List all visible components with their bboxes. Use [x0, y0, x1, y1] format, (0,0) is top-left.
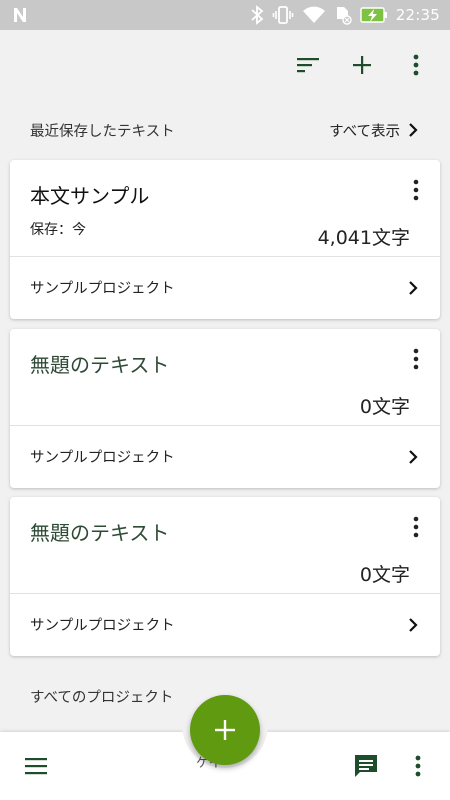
bottom-actions [342, 742, 442, 790]
project-link[interactable]: サンプルプロジェクト [10, 594, 440, 655]
chevron-right-icon [409, 123, 418, 137]
text-card[interactable]: 無題のテキスト 0文字 サンプルプロジェクト [10, 497, 440, 656]
add-fab-button[interactable] [190, 695, 260, 765]
card-more-icon[interactable] [404, 513, 428, 541]
app-bar [0, 30, 450, 100]
status-time: 22:35 [395, 6, 440, 24]
no-sim-icon [334, 5, 352, 25]
battery-charging-icon [360, 6, 388, 24]
text-card[interactable]: 本文サンプル 保存：今 4,041文字 サンプルプロジェクト [10, 160, 440, 319]
text-title: 本文サンプル [30, 184, 150, 208]
card-more-icon[interactable] [404, 176, 428, 204]
bluetooth-icon [250, 5, 264, 25]
n-notification-icon [12, 6, 30, 24]
show-all-button[interactable]: すべて表示 [329, 120, 418, 141]
text-card-body[interactable]: 本文サンプル 保存：今 4,041文字 [10, 160, 440, 257]
show-all-label: すべて表示 [329, 123, 400, 140]
project-link[interactable]: サンプルプロジェクト [10, 426, 440, 487]
feedback-icon[interactable] [342, 742, 390, 790]
add-icon [215, 720, 235, 740]
menu-icon[interactable] [12, 742, 60, 790]
wifi-icon [302, 5, 326, 25]
all-projects-title: すべてのプロジェクト [30, 690, 174, 706]
sort-icon[interactable] [284, 41, 332, 89]
vibrate-icon [272, 5, 294, 25]
project-name: サンプルプロジェクト [30, 450, 175, 466]
add-icon[interactable] [338, 41, 386, 89]
text-card-body[interactable]: 無題のテキスト 0文字 [10, 497, 440, 594]
character-count: 0文字 [359, 564, 410, 586]
project-link[interactable]: サンプルプロジェクト [10, 257, 440, 318]
card-more-icon[interactable] [404, 345, 428, 373]
text-title: 無題のテキスト [30, 521, 170, 545]
recent-texts-header: 最近保存したテキスト すべて表示 [0, 110, 450, 150]
character-count: 0文字 [359, 396, 410, 418]
text-card[interactable]: 無題のテキスト 0文字 サンプルプロジェクト [10, 329, 440, 488]
saved-status: 保存：今 [30, 222, 86, 238]
chevron-right-icon [409, 449, 418, 464]
more-vert-icon[interactable] [394, 742, 442, 790]
text-title: 無題のテキスト [30, 353, 170, 377]
status-bar: 22:35 [0, 0, 450, 30]
more-vert-icon[interactable] [392, 41, 440, 89]
chevron-right-icon [409, 280, 418, 295]
text-card-body[interactable]: 無題のテキスト 0文字 [10, 329, 440, 426]
character-count: 4,041文字 [317, 227, 410, 249]
project-name: サンプルプロジェクト [30, 281, 175, 297]
recent-texts-title: 最近保存したテキスト [30, 123, 175, 140]
chevron-right-icon [409, 617, 418, 632]
project-name: サンプルプロジェクト [30, 618, 175, 634]
